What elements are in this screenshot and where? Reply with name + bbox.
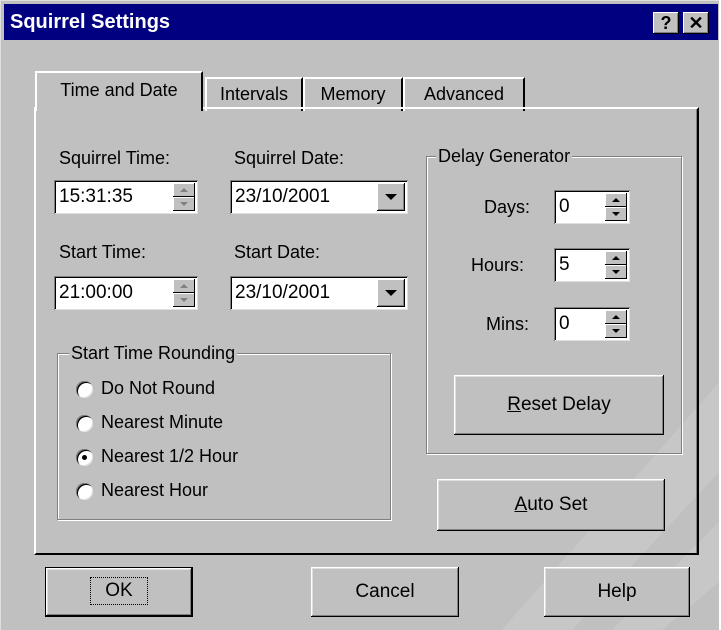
radio-label: Nearest 1/2 Hour (101, 446, 239, 466)
squirrel-time-field[interactable]: 15:31:35 (54, 180, 198, 214)
cancel-button[interactable]: Cancel (311, 567, 459, 617)
mins-label: Mins: (486, 314, 530, 334)
reset-delay-mnemonic: R (507, 394, 521, 415)
hours-value: 5 (559, 254, 570, 275)
rounding-group-title: Start Time Rounding (69, 343, 238, 364)
start-date-label: Start Date: (234, 242, 321, 262)
squirrel-date-dropdown[interactable]: 23/10/2001 (230, 180, 408, 214)
help-question-icon[interactable]: ? (653, 12, 679, 34)
spin-up-arrow-icon[interactable] (605, 251, 627, 265)
start-date-value: 23/10/2001 (235, 282, 331, 303)
days-spinner[interactable] (605, 193, 627, 221)
radio-button[interactable] (76, 415, 93, 432)
ok-label: OK (90, 577, 148, 605)
tab-memory[interactable]: Memory (303, 77, 403, 111)
hours-field[interactable]: 5 (554, 248, 630, 282)
start-time-label: Start Time: (59, 242, 147, 262)
spin-up-arrow-icon[interactable] (173, 279, 195, 293)
settings-window: Squirrel Settings ? ✕ Time and Date Inte… (0, 0, 719, 630)
delay-group-title: Delay Generator (436, 146, 573, 167)
reset-delay-button[interactable]: Reset Delay (454, 375, 664, 435)
spin-down-arrow-icon[interactable] (605, 265, 627, 279)
dropdown-arrow-icon[interactable] (377, 183, 405, 211)
reset-delay-label: eset Delay (520, 394, 611, 415)
spin-down-arrow-icon[interactable] (173, 293, 195, 307)
squirrel-date-value: 23/10/2001 (235, 186, 331, 207)
radio-label: Nearest Hour (101, 480, 209, 500)
squirrel-date-label: Squirrel Date: (234, 148, 345, 168)
ok-button[interactable]: OK (45, 567, 193, 617)
days-label: Days: (484, 197, 531, 217)
spin-down-arrow-icon[interactable] (605, 207, 627, 221)
tab-time-and-date[interactable]: Time and Date (35, 71, 203, 111)
radio-button-checked[interactable] (76, 449, 93, 466)
mins-value: 0 (559, 313, 570, 334)
window-title: Squirrel Settings (10, 11, 171, 33)
radio-button[interactable] (76, 381, 93, 398)
tab-intervals[interactable]: Intervals (205, 77, 303, 111)
start-time-field[interactable]: 21:00:00 (54, 276, 198, 310)
dropdown-arrow-icon[interactable] (377, 279, 405, 307)
days-field[interactable]: 0 (554, 190, 630, 224)
days-value: 0 (559, 196, 570, 217)
spin-down-arrow-icon[interactable] (605, 324, 627, 338)
start-date-dropdown[interactable]: 23/10/2001 (230, 276, 408, 310)
start-time-value: 21:00:00 (59, 282, 133, 303)
mins-field[interactable]: 0 (554, 307, 630, 341)
auto-set-label: uto Set (527, 494, 588, 515)
auto-set-mnemonic: A (514, 494, 528, 515)
radio-label: Do Not Round (101, 378, 216, 398)
mins-spinner[interactable] (605, 310, 627, 338)
spin-down-arrow-icon[interactable] (173, 197, 195, 211)
hours-label: Hours: (471, 255, 525, 275)
help-button[interactable]: Help (544, 567, 690, 617)
squirrel-time-spinner[interactable] (173, 183, 195, 211)
tab-advanced[interactable]: Advanced (403, 77, 525, 111)
radio-label: Nearest Minute (101, 412, 224, 432)
spin-up-arrow-icon[interactable] (605, 193, 627, 207)
close-icon[interactable]: ✕ (683, 12, 709, 34)
hours-spinner[interactable] (605, 251, 627, 279)
spin-up-arrow-icon[interactable] (605, 310, 627, 324)
squirrel-time-label: Squirrel Time: (59, 148, 171, 168)
title-bar[interactable]: Squirrel Settings ? ✕ (4, 4, 718, 40)
squirrel-time-value: 15:31:35 (59, 186, 133, 207)
spin-up-arrow-icon[interactable] (173, 183, 195, 197)
auto-set-button[interactable]: Auto Set (437, 479, 665, 531)
radio-button[interactable] (76, 483, 93, 500)
start-time-spinner[interactable] (173, 279, 195, 307)
